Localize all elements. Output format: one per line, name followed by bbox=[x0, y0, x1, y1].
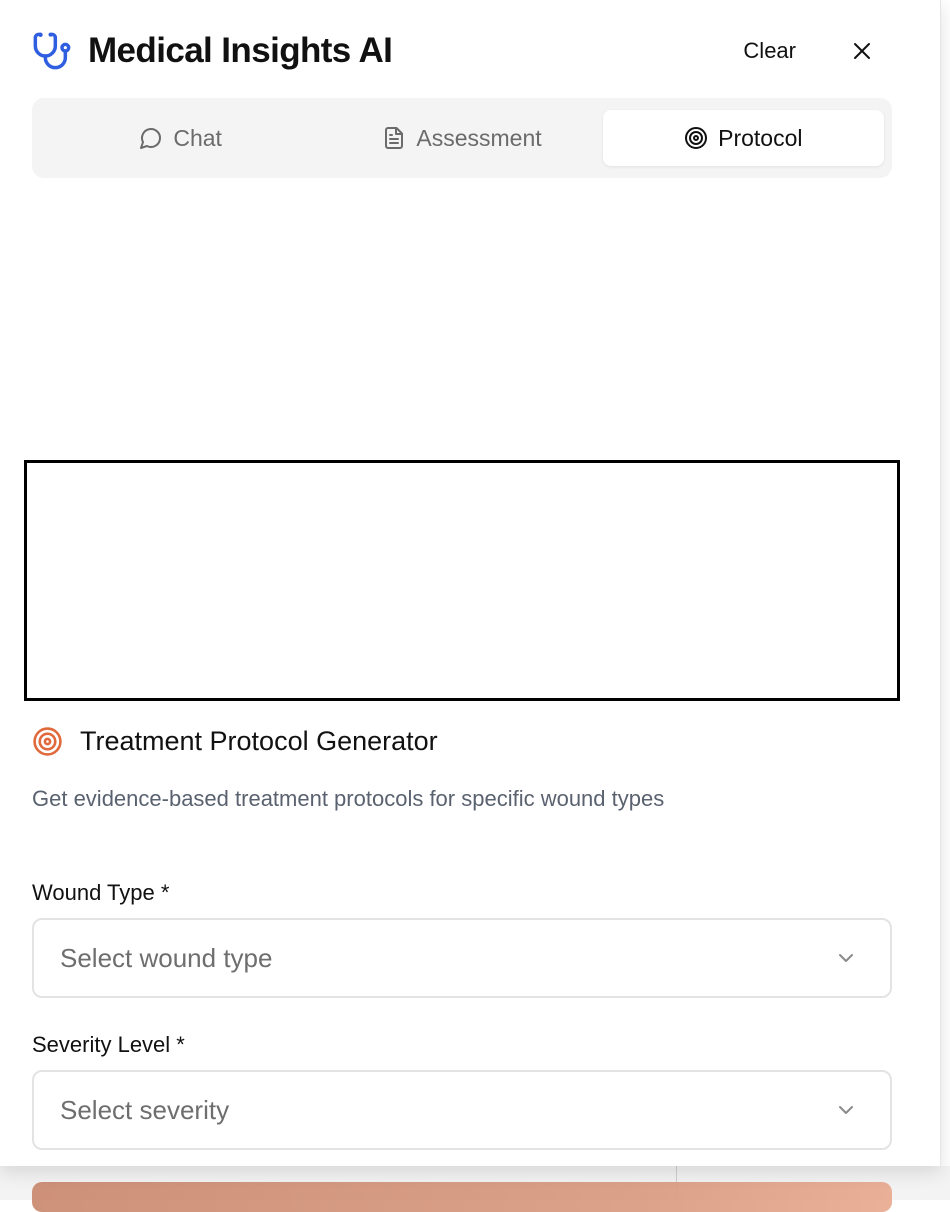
wound-type-select[interactable]: Select wound type bbox=[32, 918, 892, 998]
tab-protocol[interactable]: Protocol bbox=[602, 110, 884, 166]
tab-assessment[interactable]: Assessment bbox=[321, 110, 602, 166]
target-icon bbox=[32, 726, 63, 757]
tab-assessment-label: Assessment bbox=[416, 124, 542, 151]
tab-protocol-label: Protocol bbox=[718, 124, 803, 151]
tab-chat[interactable]: Chat bbox=[40, 110, 321, 166]
chevron-down-icon bbox=[834, 946, 858, 970]
severity-select[interactable]: Select severity bbox=[32, 1070, 892, 1150]
message-circle-icon bbox=[139, 126, 163, 150]
generate-protocol-button[interactable] bbox=[32, 1182, 892, 1212]
app-title: Medical Insights AI bbox=[88, 31, 393, 70]
wound-type-placeholder: Select wound type bbox=[60, 942, 273, 973]
header-actions: Clear bbox=[733, 32, 892, 70]
wound-type-label: Wound Type * bbox=[32, 880, 170, 905]
tab-bar: Chat Assessment Protocol bbox=[32, 98, 892, 178]
panel-header: Medical Insights AI Clear bbox=[32, 28, 892, 74]
section-description: Get evidence-based treatment protocols f… bbox=[32, 786, 665, 811]
medical-insights-panel: Medical Insights AI Clear Chat Assessmen… bbox=[0, 0, 941, 1166]
clear-button[interactable]: Clear bbox=[733, 32, 806, 70]
severity-label: Severity Level * bbox=[32, 1032, 185, 1057]
section-heading: Treatment Protocol Generator bbox=[32, 726, 438, 757]
stethoscope-icon bbox=[32, 31, 72, 71]
redacted-area bbox=[24, 460, 900, 701]
tab-chat-label: Chat bbox=[173, 124, 222, 151]
file-text-icon bbox=[382, 126, 406, 150]
chevron-down-icon bbox=[834, 1098, 858, 1122]
severity-placeholder: Select severity bbox=[60, 1094, 230, 1125]
close-icon[interactable] bbox=[846, 35, 878, 67]
target-icon bbox=[684, 126, 708, 150]
section-title: Treatment Protocol Generator bbox=[80, 726, 438, 756]
